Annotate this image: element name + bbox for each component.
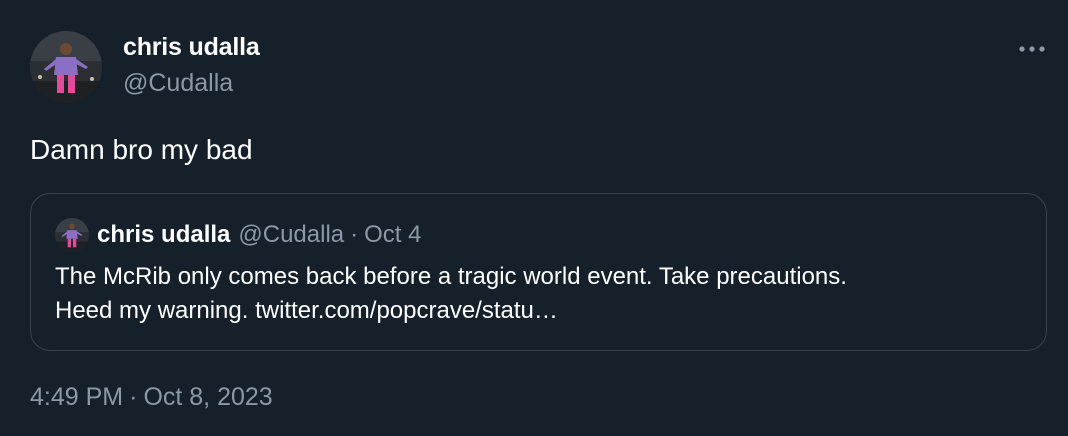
avatar[interactable] [30,31,102,103]
author-handle[interactable]: @Cudalla [123,69,233,98]
quoted-text-line-2: Heed my warning. twitter.com/popcrave/st… [55,294,1025,328]
quoted-text-line-1: The McRib only comes back before a tragi… [55,263,847,290]
tweet-metadata: 4:49 PM · Oct 8, 2023 [30,383,273,412]
quoted-avatar [55,218,89,252]
quoted-text-line-2-prefix: Heed my warning. [55,297,256,324]
quoted-avatar-photo [55,218,89,252]
meta-separator: · [129,383,138,411]
avatar-photo [30,31,102,103]
tweet-text: Damn bro my bad [30,134,253,165]
tweet-date[interactable]: Oct 8, 2023 [143,383,272,411]
quoted-tweet-header: chris udalla @Cudalla · Oct 4 [55,218,422,252]
quoted-author-handle: @Cudalla [238,221,345,248]
quoted-date[interactable]: Oct 4 [364,221,421,249]
tweet-time[interactable]: 4:49 PM [30,383,123,411]
more-horizontal-icon [1019,46,1045,52]
quoted-link[interactable]: twitter.com/popcrave/statu… [255,297,558,324]
more-options-button[interactable] [1012,34,1052,64]
quoted-author-display-name: chris udalla [97,221,231,248]
quoted-tweet-card[interactable]: chris udalla @Cudalla · Oct 4 The McRib … [30,193,1047,351]
quoted-separator: · [350,221,359,248]
author-display-name[interactable]: chris udalla [123,33,260,62]
quoted-tweet-text: The McRib only comes back before a tragi… [55,260,1025,328]
tweet: chris udalla @Cudalla Damn bro my bad ch… [0,0,1068,436]
